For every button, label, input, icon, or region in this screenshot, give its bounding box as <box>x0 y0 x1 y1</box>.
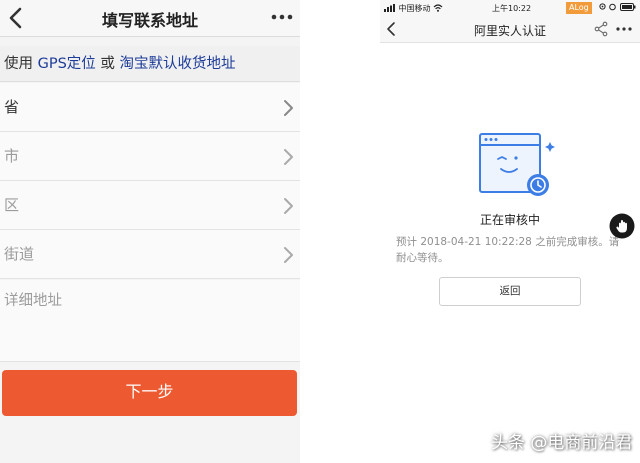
locate-options: 使用 GPS定位 或 淘宝默认收货地址 <box>0 46 300 82</box>
gps-locate-link[interactable]: GPS定位 <box>38 56 96 72</box>
location-icon <box>599 3 606 10</box>
carrier-label: 中国移动 <box>384 3 443 14</box>
review-status-description: 预计 2018-04-21 10:22:28 之前完成审核。请耐心等待。 <box>396 236 620 264</box>
chevron-right-icon <box>284 247 293 263</box>
wifi-icon <box>433 4 443 12</box>
locate-or: 或 <box>95 56 120 72</box>
province-label: 省 <box>4 98 20 116</box>
share-icon[interactable] <box>594 21 608 37</box>
signal-icon <box>384 4 395 12</box>
chevron-right-icon <box>284 149 293 165</box>
detail-address-field[interactable]: 详细地址 <box>0 280 300 362</box>
taobao-address-link[interactable]: 淘宝默认收货地址 <box>120 56 236 72</box>
review-status-title: 正在审核中 <box>479 213 540 227</box>
nav-bar: 填写联系地址 <box>0 0 300 37</box>
review-pending-illustration <box>479 133 555 196</box>
city-row[interactable]: 市 <box>0 132 300 181</box>
locate-prefix: 使用 <box>4 56 38 72</box>
nav-bar: 阿里实人认证 <box>380 16 640 43</box>
address-form-screen: 填写联系地址 使用 GPS定位 或 淘宝默认收货地址 省 市 区 街道 详细地址… <box>0 0 300 463</box>
street-row[interactable]: 街道 <box>0 230 300 279</box>
carrier-name: 中国移动 <box>398 4 431 13</box>
street-label: 街道 <box>4 245 35 263</box>
return-button[interactable]: 返回 <box>439 277 581 306</box>
verification-screen: 中国移动 上午10:22 ALog 阿里实人认证 正在审核中 预计 2018-0… <box>380 0 640 463</box>
chevron-right-icon <box>284 198 293 214</box>
detail-address-placeholder: 详细地址 <box>4 293 62 309</box>
battery-icon <box>620 3 636 11</box>
district-label: 区 <box>4 196 20 214</box>
page-title: 填写联系地址 <box>101 11 198 30</box>
chevron-right-icon <box>284 100 293 116</box>
alarm-icon <box>609 3 617 11</box>
city-label: 市 <box>4 147 20 165</box>
status-icons <box>599 3 636 12</box>
status-time: 上午10:22 <box>492 4 532 13</box>
next-step-button[interactable]: 下一步 <box>2 370 297 416</box>
district-row[interactable]: 区 <box>0 181 300 230</box>
more-icon[interactable] <box>270 7 294 27</box>
alog-badge: ALog <box>566 2 592 14</box>
floating-hand-icon[interactable] <box>609 213 635 239</box>
more-icon[interactable] <box>615 23 633 35</box>
watermark-text: 头条 @电商前沿君 <box>491 433 633 453</box>
address-rows: 省 市 区 街道 <box>0 83 300 279</box>
province-row[interactable]: 省 <box>0 83 300 132</box>
status-bar: 中国移动 上午10:22 ALog <box>380 0 640 16</box>
